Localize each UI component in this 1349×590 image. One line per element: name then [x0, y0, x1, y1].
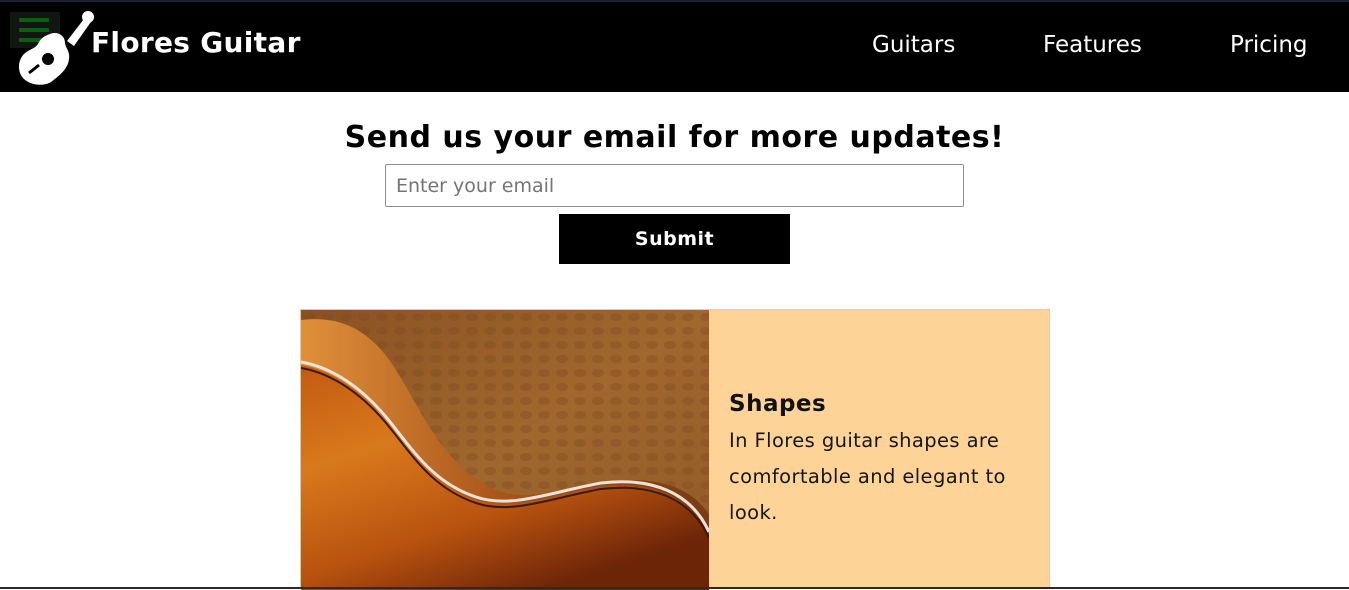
brand-name[interactable]: Flores Guitar	[91, 26, 301, 59]
nav-link-pricing[interactable]: Pricing	[1230, 32, 1308, 58]
feature-description: In Flores guitar shapes are comfortable …	[729, 429, 1006, 524]
feature-card-shapes: Shapes In Flores guitar shapes are comfo…	[300, 309, 1050, 590]
feature-title: Shapes	[729, 391, 827, 417]
guitar-body-image	[301, 310, 709, 590]
signup-headline: Send us your email for more updates!	[344, 120, 1005, 155]
site-header: Flores Guitar Guitars Features Pricing	[0, 0, 1349, 92]
nav-link-guitars[interactable]: Guitars	[872, 32, 955, 58]
email-input[interactable]	[385, 164, 964, 207]
nav-link-features[interactable]: Features	[1043, 32, 1142, 58]
guitar-icon	[18, 11, 94, 85]
submit-button[interactable]: Submit	[559, 214, 790, 264]
